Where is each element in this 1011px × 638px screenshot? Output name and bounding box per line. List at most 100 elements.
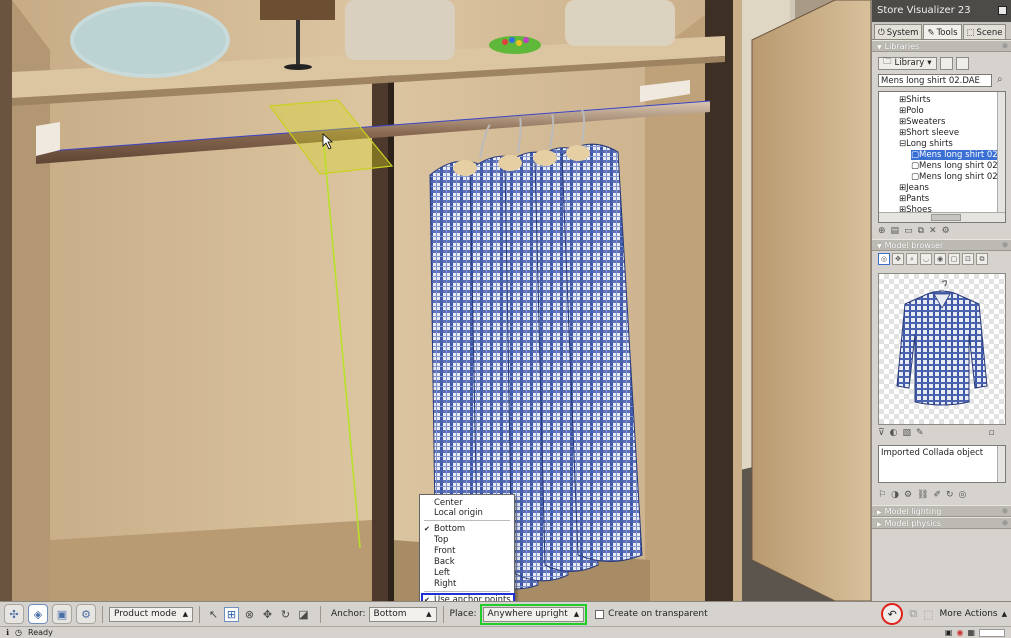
maximize-button[interactable] <box>998 6 1007 15</box>
edit-icon[interactable]: ✎ <box>916 428 924 438</box>
tree-item-shirts[interactable]: ⊞Shirts <box>899 95 931 105</box>
model-description: Imported Collada object <box>878 445 1006 483</box>
color-icon[interactable]: ◉ <box>956 628 963 637</box>
zoom-icon[interactable]: ⌕ <box>906 253 918 265</box>
menu-item-top[interactable]: Top <box>434 535 448 545</box>
tab-scene[interactable]: ⬚ Scene <box>962 24 1007 39</box>
file-icon: ▢ <box>911 161 920 171</box>
file-icon: ▢ <box>911 172 920 182</box>
place-dropdown[interactable]: Anywhere upright ▲ <box>482 606 585 622</box>
light-icon[interactable]: ◐ <box>890 428 898 438</box>
library-grid-button[interactable] <box>955 56 969 70</box>
tools-icon: ✎ <box>927 28 935 38</box>
move-tool[interactable]: ✥ <box>260 607 275 622</box>
status-bar: ℹ ◷ Ready ▣ ◉ ▦ <box>0 626 1011 638</box>
delete-icon[interactable]: ✕ <box>929 226 937 236</box>
target-icon[interactable]: ◎ <box>959 490 967 500</box>
link-icon[interactable]: ⛓ <box>917 490 928 500</box>
model-preview[interactable] <box>878 273 1006 425</box>
tree-item-mens-long-shirt-1[interactable]: ▢Mens long shirt 02.D <box>911 150 1005 160</box>
toolbar-divider <box>442 605 444 623</box>
info-icon[interactable]: ℹ <box>6 628 9 637</box>
tab-system[interactable]: ⏻ System <box>874 24 923 39</box>
material-icon[interactable]: ▧ <box>902 428 911 438</box>
group-icon: ⊗ <box>244 607 255 621</box>
pin-icon: ⊕ <box>1002 519 1008 527</box>
tree-item-short-sleeve[interactable]: ⊞Short sleeve <box>899 128 959 138</box>
libraries-header[interactable]: ▼ Libraries ⊕ <box>872 40 1011 52</box>
copy-icon[interactable]: ⧉ <box>918 226 924 236</box>
paint-icon[interactable]: ◑ <box>891 490 899 500</box>
search-icon[interactable]: ⌕ <box>997 74 1009 87</box>
zoom-fit-icon[interactable]: ⊡ <box>962 253 974 265</box>
frame-icon[interactable]: ▢ <box>948 253 960 265</box>
create-on-transparent-checkbox[interactable] <box>595 609 605 619</box>
clock-icon[interactable]: ◷ <box>15 628 22 637</box>
tree-item-label: Long shirts <box>906 139 953 149</box>
menu-item-bottom[interactable]: Bottom <box>434 524 465 534</box>
view-3d-button[interactable]: ◈ <box>28 604 48 624</box>
create-on-transparent-label: Create on transparent <box>608 609 708 619</box>
brush-icon[interactable]: ✐ <box>933 490 941 500</box>
group-tool[interactable]: ⊗ <box>242 607 257 622</box>
menu-item-front[interactable]: Front <box>434 546 456 556</box>
tree-item-mens-long-shirt-3[interactable]: ▢Mens long shirt 02.D <box>911 172 1005 182</box>
menu-item-left[interactable]: Left <box>434 568 450 578</box>
target-icon[interactable]: ◎ <box>878 253 890 265</box>
menu-item-local-origin[interactable]: Local origin <box>434 508 483 518</box>
layout-icon[interactable]: ▣ <box>945 628 953 637</box>
gears-icon: ⚙ <box>81 607 91 621</box>
tree-item-polo[interactable]: ⊞Polo <box>899 106 924 116</box>
move-icon[interactable]: ✥ <box>892 253 904 265</box>
library-tree[interactable]: ⊞Shirts ⊞Polo ⊞Sweaters ⊞Short sleeve ⊟L… <box>878 91 1006 223</box>
model-physics-header[interactable]: ▶ Model physics ⊕ <box>872 517 1011 529</box>
menu-item-center[interactable]: Center <box>434 498 463 508</box>
filter-icon[interactable]: ⊽ <box>878 428 885 438</box>
pin-icon: ⊕ <box>1002 507 1008 515</box>
scale-tool[interactable]: ◪ <box>296 607 311 622</box>
tree-item-jeans[interactable]: ⊞Jeans <box>899 183 929 193</box>
library-view-button[interactable] <box>939 56 953 70</box>
model-lighting-header[interactable]: ▶ Model lighting ⊕ <box>872 505 1011 517</box>
select-tool[interactable]: ↖ <box>206 607 221 622</box>
rotate-tool[interactable]: ↻ <box>278 607 293 622</box>
tree-vertical-scrollbar[interactable] <box>997 92 1005 212</box>
refresh-icon[interactable]: ↻ <box>946 490 954 500</box>
tab-tools[interactable]: ✎ Tools <box>923 24 962 39</box>
gear-icon[interactable]: ⚙ <box>904 490 912 500</box>
grid-icon[interactable]: ▦ <box>967 628 975 637</box>
library-search-input[interactable]: Mens long shirt 02.DAE <box>878 74 992 87</box>
library-dropdown[interactable]: 🗀 Library ▾ <box>878 56 937 70</box>
rotate-icon[interactable]: ◡ <box>920 253 932 265</box>
tree-item-long-shirts[interactable]: ⊟Long shirts <box>899 139 953 149</box>
model-browser-tools: ◎ ✥ ⌕ ◡ ◉ ▢ ⊡ ⧉ <box>878 253 1011 271</box>
scrollbar-thumb[interactable] <box>931 214 961 221</box>
camera-icon[interactable]: ⧉ <box>976 253 988 265</box>
save-icon[interactable]: ▤ <box>891 226 900 236</box>
place-tool[interactable]: ⊞ <box>223 606 239 622</box>
anchor-dropdown[interactable]: Bottom ▲ <box>368 606 437 622</box>
settings-button[interactable]: ⚙ <box>76 604 96 624</box>
settings-icon[interactable]: ⚙ <box>942 226 950 236</box>
tree-item-label: Sweaters <box>906 117 946 127</box>
info-icon[interactable]: ▫ <box>989 428 995 438</box>
description-scrollbar[interactable] <box>997 446 1005 482</box>
snapshot-icon[interactable]: ⬚ <box>923 608 933 621</box>
add-icon[interactable]: ⊕ <box>878 226 886 236</box>
image-button[interactable]: ▣ <box>52 604 72 624</box>
tree-item-mens-long-shirt-2[interactable]: ▢Mens long shirt 02.D <box>911 161 1005 171</box>
more-actions-button[interactable]: More Actions <box>940 609 998 619</box>
menu-item-right[interactable]: Right <box>434 579 456 589</box>
duplicate-icon[interactable]: ⧉ <box>909 607 917 621</box>
model-browser-header[interactable]: ▼ Model browser ⊕ <box>872 239 1011 251</box>
undo-button[interactable]: ↶ <box>881 603 904 625</box>
menu-item-back[interactable]: Back <box>434 557 455 567</box>
navigate-button[interactable]: ✣ <box>4 604 24 624</box>
tree-item-pants[interactable]: ⊞Pants <box>899 194 929 204</box>
pin-icon[interactable]: ⚐ <box>878 490 886 500</box>
orbit-icon[interactable]: ◉ <box>934 253 946 265</box>
folder-icon[interactable]: ▭ <box>904 226 913 236</box>
mode-dropdown[interactable]: Product mode ▲ <box>109 606 193 622</box>
tree-item-sweaters[interactable]: ⊞Sweaters <box>899 117 945 127</box>
tree-horizontal-scrollbar[interactable] <box>879 212 1005 222</box>
